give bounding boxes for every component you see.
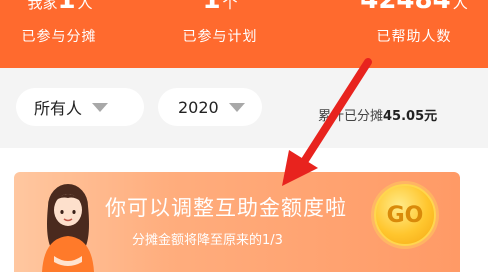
stat-helped-value: 42484 人 [360,0,468,15]
filter-bar: 所有人 2020 累计已分摊45.05元 [0,68,488,148]
banner-title: 你可以调整互助金额度啦 [105,196,347,220]
stats-header: 我家1 人 已参与分摊 1个 已参与计划 42484 人 已帮助人数 [0,0,488,68]
stat-family-value: 我家1 人 [27,0,93,15]
stat-plans-label: 已参与计划 [182,29,258,45]
person-select[interactable]: 所有人 [16,88,144,126]
girl-illustration [42,184,94,272]
banner-subtitle: 分摊金额将降至原来的1/3 [132,233,283,248]
total-shared-amount: 45.05元 [383,109,438,124]
dropdown-triangle-icon [92,102,109,112]
dropdown-triangle-icon [228,102,245,112]
stat-plans-value: 1个 [202,0,238,15]
year-select-value: 2020 [178,97,219,117]
year-select[interactable]: 2020 [158,88,262,126]
stat-family-label: 已参与分摊 [21,29,97,45]
total-shared: 累计已分摊45.05元 [318,105,437,124]
person-select-value: 所有人 [34,99,83,118]
total-shared-label: 累计已分摊 [318,109,384,124]
adjust-amount-banner[interactable]: 你可以调整互助金额度啦 分摊金额将降至原来的1/3 GO [14,172,460,272]
go-button[interactable]: GO [374,184,436,246]
stat-helped-label: 已帮助人数 [376,29,452,45]
